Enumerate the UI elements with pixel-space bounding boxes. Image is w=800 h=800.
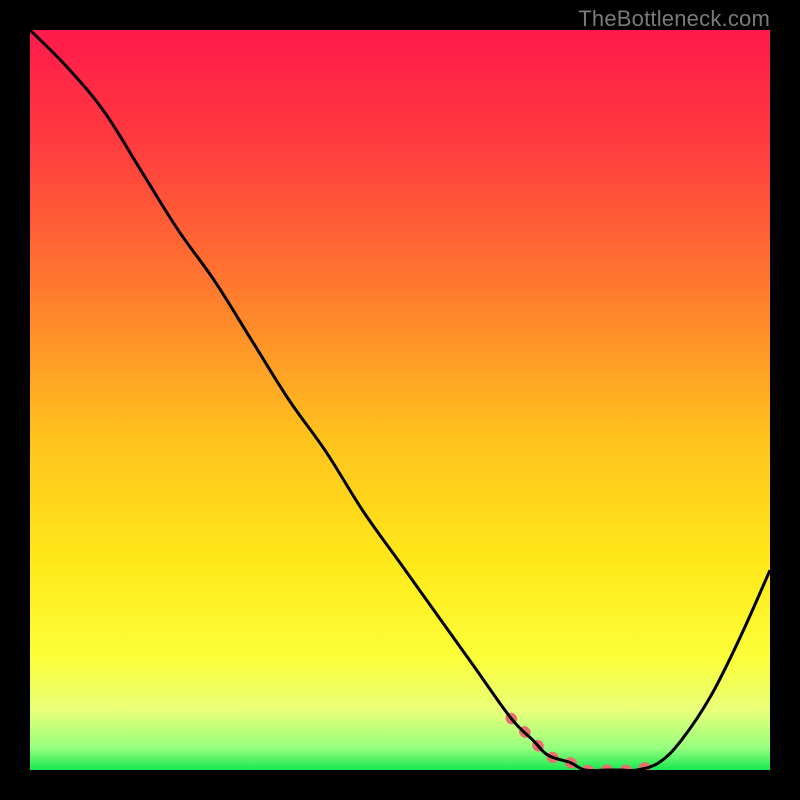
chart-frame: TheBottleneck.com <box>0 0 800 800</box>
optimal-range-highlight <box>511 718 659 770</box>
bottleneck-curve-line <box>30 30 770 770</box>
plot-area <box>30 30 770 770</box>
watermark-text: TheBottleneck.com <box>578 6 770 32</box>
curve-layer <box>30 30 770 770</box>
